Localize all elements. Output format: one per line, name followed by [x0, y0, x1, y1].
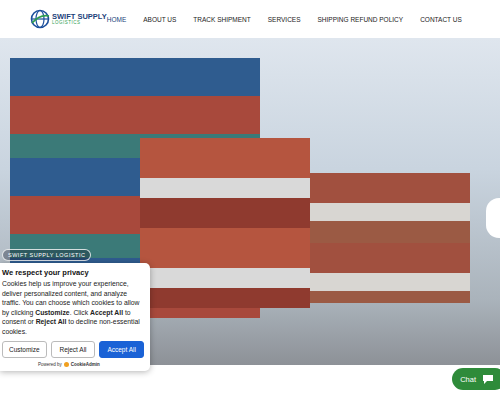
- slider-next-button[interactable]: [486, 198, 500, 238]
- logo-sub: LOGISTICS: [52, 21, 107, 26]
- cookie-button[interactable]: Reject All: [51, 341, 96, 358]
- nav: HOME ABOUT US TRACK SHIPMENT SERVICES SHIPPI…: [107, 16, 500, 23]
- nav-item[interactable]: CONTACT US: [420, 16, 462, 23]
- globe-icon: [30, 9, 50, 29]
- cookie-button[interactable]: Customize: [2, 341, 47, 358]
- logo[interactable]: SWIFT SUPPLYLOGISTICS: [30, 9, 107, 29]
- cookie-banner: We respect your privacy Cookies help us i…: [0, 263, 150, 371]
- cookie-text: Cookies help us improve your experience,…: [2, 279, 144, 336]
- nav-item[interactable]: TRACK SHIPMENT: [193, 16, 250, 23]
- nav-item[interactable]: HOME: [107, 16, 127, 23]
- cookieadmin-icon: [64, 362, 69, 367]
- chat-button[interactable]: Chat: [452, 368, 500, 390]
- chat-bubble-icon: [482, 374, 494, 385]
- cookie-buttons: CustomizeReject AllAccept All: [2, 341, 144, 358]
- logo-name: SWIFT SUPPLY: [52, 13, 107, 21]
- powered-by: Powered byCookieAdmin: [2, 362, 144, 367]
- page: SWIFT SUPPLYLOGISTICSHOME ABOUT US TRACK S…: [0, 0, 500, 400]
- cookie-title: We respect your privacy: [2, 268, 144, 277]
- hero-badge: SWIFT SUPPLY LOGISTIC: [2, 249, 91, 261]
- header: SWIFT SUPPLYLOGISTICSHOME ABOUT US TRACK S…: [0, 0, 500, 38]
- nav-item[interactable]: SERVICES: [268, 16, 301, 23]
- cookie-button[interactable]: Accept All: [99, 341, 144, 358]
- nav-item[interactable]: ABOUT US: [143, 16, 176, 23]
- nav-item[interactable]: SHIPPING REFUND POLICY: [318, 16, 404, 23]
